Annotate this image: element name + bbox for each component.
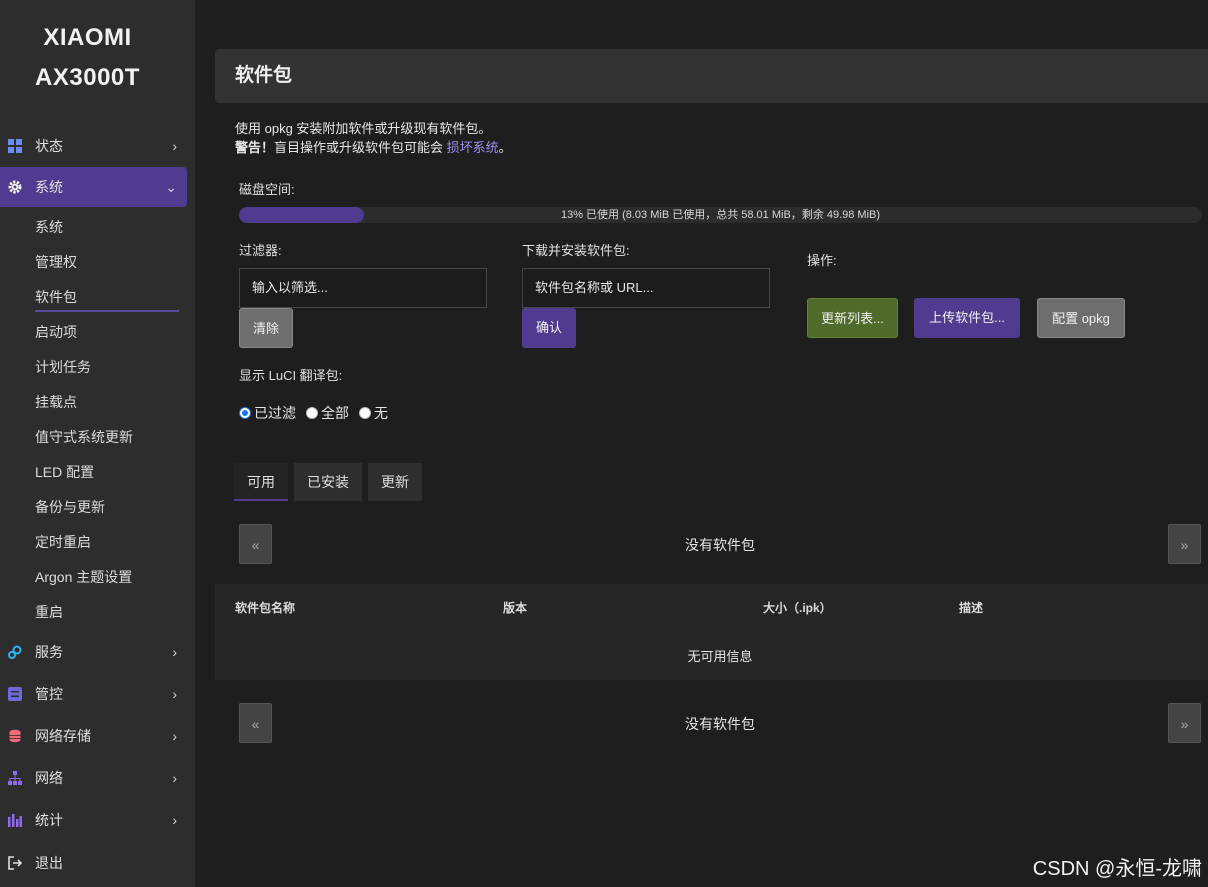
description-line: 使用 opkg 安装附加软件或升级现有软件包。 [235, 121, 492, 136]
packages-table: 软件包名称 版本 大小（.ipk） 描述 无可用信息 [215, 584, 1208, 680]
chevron-right-icon: › [172, 644, 177, 660]
warning-text: 盲目操作或升级软件包可能会 [274, 140, 444, 155]
configure-opkg-button[interactable]: 配置 opkg [1037, 298, 1125, 338]
warning-line: 警告！盲目操作或升级软件包可能会 损坏系统。 [235, 138, 512, 157]
watermark: CSDN @永恒-龙啸 [1032, 858, 1202, 880]
sidebar-item-status[interactable]: 状态 › [0, 126, 187, 166]
package-url-input[interactable]: 软件包名称或 URL... [522, 268, 770, 308]
sidebar-subitem-admin[interactable]: 管理权 [35, 247, 179, 277]
sidebar-item-label: 统计 [35, 812, 63, 828]
sidebar-item-label: 状态 [35, 138, 63, 154]
gear-icon [8, 180, 22, 194]
filter-label: 过滤器: [239, 243, 282, 258]
radio-filtered-label: 已过滤 [254, 405, 296, 421]
filter-input[interactable]: 输入以筛选... [239, 268, 487, 308]
chevron-right-icon: › [172, 686, 177, 702]
page-description: 使用 opkg 安装附加软件或升级现有软件包。 警告！盲目操作或升级软件包可能会… [235, 119, 512, 157]
sidebar-item-label: 退出 [35, 855, 63, 871]
sidebar-item-label: 服务 [35, 644, 63, 660]
sidebar: XIAOMI AX3000T 状态 › 系统 ⌄ 系统 管理权 软件包 启动项 … [0, 0, 195, 887]
sidebar-item-logout[interactable]: 退出 [0, 843, 187, 883]
sliders-icon [8, 687, 22, 701]
sidebar-item-label: 网络存储 [35, 728, 91, 744]
sidebar-subitem-reboot[interactable]: 重启 [35, 597, 179, 627]
sidebar-item-label: 网络 [35, 770, 63, 786]
sidebar-item-network[interactable]: 网络 › [0, 758, 187, 798]
page-header: 软件包 [215, 49, 1208, 103]
tab-available[interactable]: 可用 [234, 463, 288, 501]
sidebar-subitem-crontab[interactable]: 计划任务 [35, 352, 179, 382]
sidebar-subitem-argon-config[interactable]: Argon 主题设置 [35, 562, 179, 592]
page-title: 软件包 [235, 65, 293, 86]
actions-label: 操作: [807, 253, 837, 268]
chevron-right-icon: › [172, 770, 177, 786]
update-lists-button[interactable]: 更新列表... [807, 298, 898, 338]
sidebar-subitem-backup[interactable]: 备份与更新 [35, 492, 179, 522]
clear-button[interactable]: 清除 [239, 308, 293, 348]
database-icon [9, 729, 21, 743]
tab-updates[interactable]: 更新 [368, 463, 422, 501]
sidebar-item-control[interactable]: 管控 › [0, 674, 187, 714]
column-header-version: 版本 [503, 601, 528, 615]
sidebar-item-system[interactable]: 系统 ⌄ [0, 167, 187, 207]
no-packages-text: 没有软件包 [685, 716, 755, 732]
dashboard-icon [8, 139, 22, 153]
sidebar-subitem-led[interactable]: LED 配置 [35, 457, 179, 487]
sidebar-subitem-software[interactable]: 软件包 [35, 282, 179, 312]
warning-link[interactable]: 损坏系统 [447, 140, 499, 155]
sidebar-subitem-startup[interactable]: 启动项 [35, 317, 179, 347]
chevron-right-icon: › [172, 812, 177, 828]
radio-all[interactable] [306, 407, 318, 419]
warning-prefix: 警告！ [235, 140, 275, 155]
bar-chart-icon [8, 814, 22, 827]
prev-page-button[interactable]: « [239, 524, 272, 564]
brand-line1: XIAOMI [43, 24, 132, 51]
download-label: 下载并安装软件包: [522, 243, 630, 258]
sitemap-icon [8, 771, 22, 785]
sidebar-subitem-system[interactable]: 系统 [35, 212, 179, 242]
brand-line2: AX3000T [35, 64, 140, 91]
radio-all-label: 全部 [321, 405, 349, 421]
disk-space-label: 磁盘空间: [239, 182, 295, 197]
luci-translation-label: 显示 LuCI 翻译包: [239, 368, 343, 383]
chevron-right-icon: › [172, 138, 177, 154]
column-header-description: 描述 [959, 601, 984, 615]
sidebar-item-label: 系统 [35, 179, 63, 195]
logout-icon [8, 856, 22, 870]
next-page-button[interactable]: » [1168, 524, 1201, 564]
column-header-name: 软件包名称 [235, 601, 296, 615]
next-page-button[interactable]: » [1168, 703, 1201, 743]
table-empty-text: 无可用信息 [687, 649, 753, 664]
sidebar-subitem-attendedsysupgrade[interactable]: 值守式系统更新 [35, 422, 179, 452]
prev-page-button[interactable]: « [239, 703, 272, 743]
tab-installed[interactable]: 已安装 [294, 463, 362, 501]
warning-end: 。 [498, 140, 512, 155]
radio-none-label: 无 [374, 405, 388, 421]
confirm-button[interactable]: 确认 [522, 308, 576, 348]
sidebar-item-nas[interactable]: 网络存储 › [0, 716, 187, 756]
brand-logo[interactable]: XIAOMI AX3000T [0, 18, 175, 98]
radio-filtered[interactable] [239, 407, 251, 419]
chevron-right-icon: › [172, 728, 177, 744]
sidebar-item-services[interactable]: 服务 › [0, 632, 187, 672]
no-packages-text: 没有软件包 [685, 537, 755, 553]
cogs-icon [8, 645, 22, 659]
upload-package-button[interactable]: 上传软件包... [914, 298, 1020, 338]
disk-usage-text: 13% 已使用 (8.03 MiB 已使用，总共 58.01 MiB，剩余 49… [560, 209, 881, 221]
sidebar-item-statistics[interactable]: 统计 › [0, 800, 187, 840]
sidebar-item-label: 管控 [35, 686, 63, 702]
luci-translation-radios: 已过滤 全部 无 [239, 403, 398, 423]
radio-none[interactable] [359, 407, 371, 419]
chevron-down-icon: ⌄ [165, 179, 177, 195]
sidebar-subitem-mounts[interactable]: 挂载点 [35, 387, 179, 417]
sidebar-subitem-autoreboot[interactable]: 定时重启 [35, 527, 179, 557]
column-header-size: 大小（.ipk） [763, 601, 832, 615]
disk-usage-bar: 13% 已使用 (8.03 MiB 已使用，总共 58.01 MiB，剩余 49… [239, 207, 1202, 223]
